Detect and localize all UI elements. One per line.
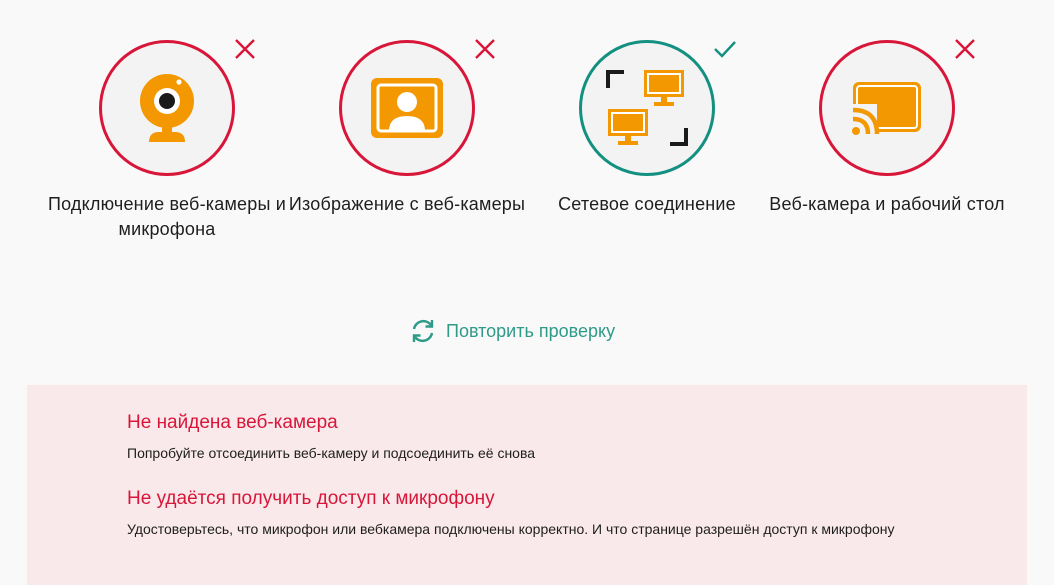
error-item: Не удаётся получить доступ к микрофону У… bbox=[127, 487, 927, 542]
webcam-icon bbox=[140, 74, 194, 142]
check-label: Подключение веб-камеры и микрофона bbox=[47, 194, 287, 239]
error-title: Не найдена веб-камера bbox=[127, 412, 338, 433]
check-label: Сетевое соединение bbox=[558, 194, 736, 214]
check-label: Изображение с веб-камеры bbox=[288, 194, 526, 214]
screen-cast-icon bbox=[851, 82, 921, 136]
network-icon bbox=[606, 70, 688, 146]
device-check-page: Подключение веб-камеры и микрофона Изобр… bbox=[0, 0, 1054, 585]
check-circle bbox=[99, 40, 235, 176]
error-description: Попробуйте отсоединить веб-камеру и подс… bbox=[127, 445, 536, 461]
fail-x-icon bbox=[955, 39, 975, 59]
check-circle bbox=[339, 40, 475, 176]
check-label: Веб-камера и рабочий стол bbox=[769, 194, 1005, 214]
ok-check-icon bbox=[714, 41, 736, 58]
error-item: Не найдена веб-камера Попробуйте отсоеди… bbox=[127, 411, 927, 466]
check-network: Сетевое соединение bbox=[527, 0, 767, 250]
error-title: Не удаётся получить доступ к микрофону bbox=[127, 488, 495, 509]
check-webcam-desktop: Веб-камера и рабочий стол bbox=[767, 0, 1007, 250]
error-description: Удостоверьтесь, что микрофон или вебкаме… bbox=[127, 521, 895, 537]
check-circle bbox=[579, 40, 715, 176]
check-circle bbox=[819, 40, 955, 176]
refresh-icon bbox=[412, 319, 434, 343]
device-checks: Подключение веб-камеры и микрофона Изобр… bbox=[0, 0, 1054, 260]
fail-x-icon bbox=[475, 39, 495, 59]
check-webcam-image: Изображение с веб-камеры bbox=[287, 0, 527, 250]
check-webcam-mic: Подключение веб-камеры и микрофона bbox=[47, 0, 287, 250]
retry-check-label[interactable]: Повторить проверку bbox=[446, 321, 615, 342]
errors-panel: Не найдена веб-камера Попробуйте отсоеди… bbox=[27, 385, 1027, 585]
retry-check-button[interactable]: Повторить проверку bbox=[410, 318, 615, 344]
fail-x-icon bbox=[235, 39, 255, 59]
user-picture-icon bbox=[371, 78, 443, 138]
